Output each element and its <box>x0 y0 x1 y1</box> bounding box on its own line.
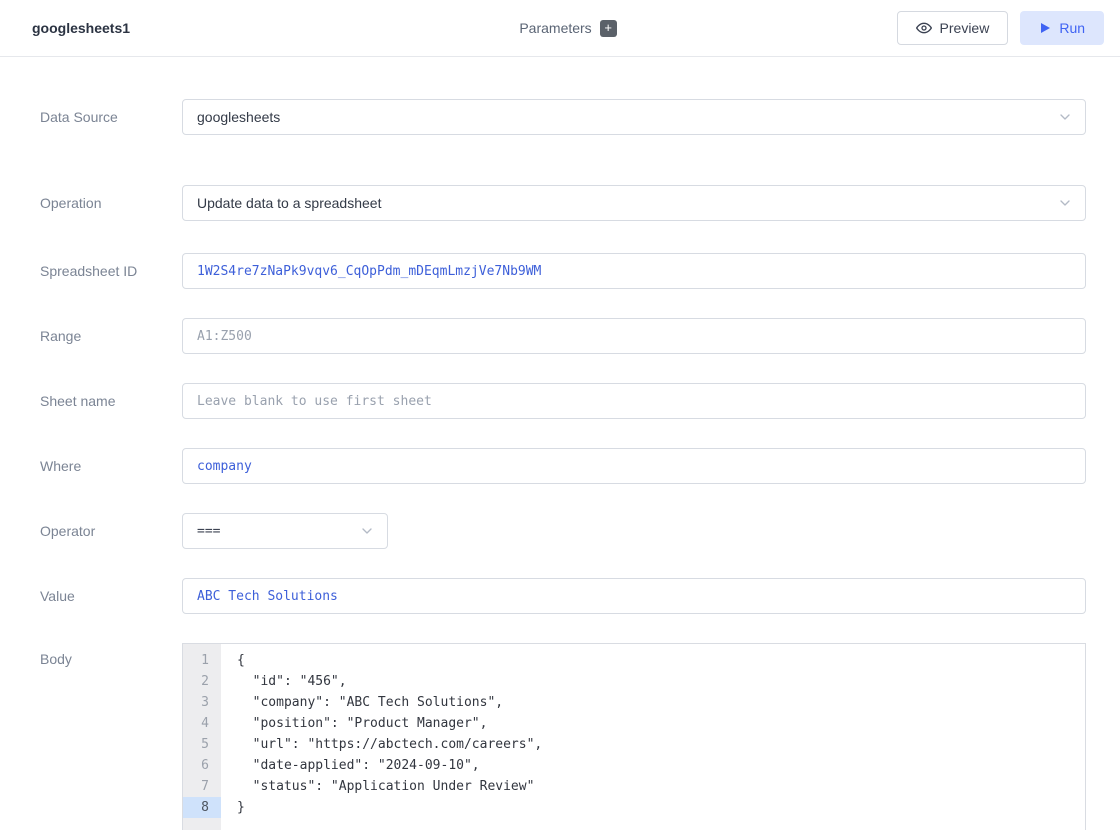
range-label: Range <box>40 328 182 344</box>
line-number: 2 <box>183 671 221 692</box>
chevron-down-icon <box>359 523 375 539</box>
code-line[interactable]: "date-applied": "2024-09-10", <box>237 755 1085 776</box>
run-button[interactable]: Run <box>1020 11 1104 45</box>
chevron-down-icon <box>1057 195 1073 211</box>
where-input[interactable] <box>182 448 1086 484</box>
where-label: Where <box>40 458 182 474</box>
query-form: Data Source googlesheets Operation Updat… <box>0 57 1120 830</box>
parameters-label: Parameters <box>519 20 591 36</box>
line-number: 8 <box>183 797 221 818</box>
sheet-name-label: Sheet name <box>40 393 182 409</box>
operator-select[interactable]: === <box>182 513 388 549</box>
data-source-value: googlesheets <box>197 109 280 125</box>
code-line[interactable]: { <box>237 650 1085 671</box>
operation-value: Update data to a spreadsheet <box>197 195 381 211</box>
sheet-name-input[interactable] <box>182 383 1086 419</box>
body-label: Body <box>40 643 182 667</box>
line-number: 6 <box>183 755 221 776</box>
value-label: Value <box>40 588 182 604</box>
body-code-editor[interactable]: 12345678 { "id": "456", "company": "ABC … <box>182 643 1086 830</box>
data-source-select[interactable]: googlesheets <box>182 99 1086 135</box>
field-row-sheet-name: Sheet name <box>40 383 1086 419</box>
code-line[interactable]: "id": "456", <box>237 671 1085 692</box>
line-number: 1 <box>183 650 221 671</box>
line-number: 3 <box>183 692 221 713</box>
spreadsheet-id-label: Spreadsheet ID <box>40 263 182 279</box>
line-number: 5 <box>183 734 221 755</box>
field-row-data-source: Data Source googlesheets <box>40 99 1086 135</box>
query-header: googlesheets1 Parameters + Preview Run <box>0 0 1120 57</box>
code-content[interactable]: { "id": "456", "company": "ABC Tech Solu… <box>221 644 1085 830</box>
eye-icon <box>916 20 932 36</box>
field-row-operation: Operation Update data to a spreadsheet <box>40 185 1086 221</box>
code-line[interactable]: } <box>237 797 1085 818</box>
query-title: googlesheets1 <box>32 20 130 36</box>
operation-select[interactable]: Update data to a spreadsheet <box>182 185 1086 221</box>
play-icon <box>1039 22 1051 34</box>
line-number: 7 <box>183 776 221 797</box>
field-row-spreadsheet-id: Spreadsheet ID <box>40 253 1086 289</box>
preview-button-label: Preview <box>940 20 990 36</box>
field-row-value: Value <box>40 578 1086 614</box>
code-line[interactable]: "position": "Product Manager", <box>237 713 1085 734</box>
data-source-label: Data Source <box>40 109 182 125</box>
operator-label: Operator <box>40 523 182 539</box>
field-row-operator: Operator === <box>40 513 1086 549</box>
operator-value: === <box>197 524 220 539</box>
line-number: 4 <box>183 713 221 734</box>
chevron-down-icon <box>1057 109 1073 125</box>
value-input[interactable] <box>182 578 1086 614</box>
preview-button[interactable]: Preview <box>897 11 1009 45</box>
run-button-label: Run <box>1059 20 1085 36</box>
code-gutter: 12345678 <box>183 644 221 830</box>
field-row-where: Where <box>40 448 1086 484</box>
range-input[interactable] <box>182 318 1086 354</box>
code-line[interactable]: "url": "https://abctech.com/careers", <box>237 734 1085 755</box>
field-row-body: Body 12345678 { "id": "456", "company": … <box>40 643 1086 830</box>
code-line[interactable]: "status": "Application Under Review" <box>237 776 1085 797</box>
field-row-range: Range <box>40 318 1086 354</box>
code-line[interactable]: "company": "ABC Tech Solutions", <box>237 692 1085 713</box>
spreadsheet-id-input[interactable] <box>182 253 1086 289</box>
operation-label: Operation <box>40 195 182 211</box>
add-parameter-button[interactable]: + <box>600 20 617 37</box>
